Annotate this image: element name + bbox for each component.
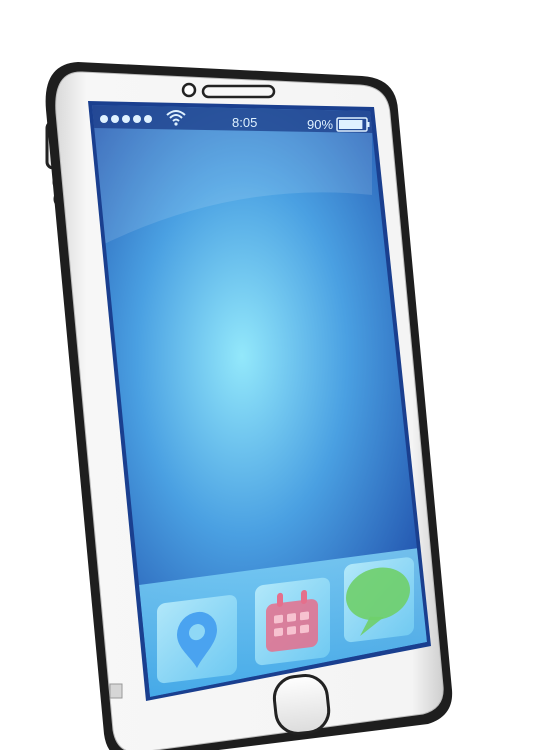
- home-button[interactable]: [272, 673, 331, 735]
- phone-svg: 8:05 90%: [45, 62, 453, 750]
- front-camera-icon: [181, 82, 197, 98]
- status-time: 8:05: [232, 115, 257, 130]
- dock-app-maps[interactable]: [157, 594, 237, 684]
- signal-dot: [122, 115, 130, 123]
- side-port: [109, 683, 123, 699]
- dock-app-calendar[interactable]: [255, 577, 330, 666]
- signal-dot: [111, 115, 119, 123]
- speaker-grille: [201, 84, 276, 99]
- dock-app-messages[interactable]: [344, 556, 414, 643]
- signal-dot: [100, 115, 108, 123]
- phone-illustration: 8:05 90%: [0, 0, 533, 750]
- signal-dot: [133, 115, 141, 123]
- signal-dot: [144, 115, 152, 123]
- battery-percent: 90%: [307, 117, 333, 132]
